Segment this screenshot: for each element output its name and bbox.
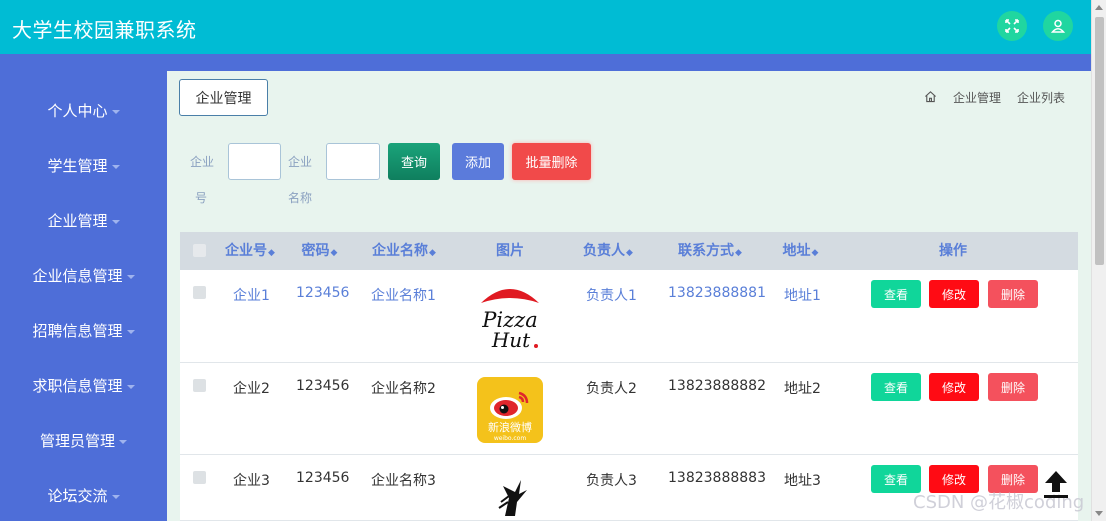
breadcrumb-item[interactable]: 企业管理 — [953, 89, 1001, 106]
chevron-down-icon — [119, 439, 127, 444]
cell-contact-person: 负责人2 — [586, 381, 637, 397]
company-image: 新浪微博 weibo.com — [468, 372, 551, 448]
cell-contact-person: 负责人1 — [586, 288, 637, 304]
company-name-label: 企业 — [288, 155, 313, 169]
sidebar-item-students[interactable]: 学生管理 — [0, 155, 167, 176]
company-name-input[interactable] — [326, 143, 380, 180]
company-no-label-2: 号 — [195, 191, 208, 205]
row-checkbox[interactable] — [193, 471, 206, 484]
svg-text:weibo.com: weibo.com — [493, 435, 526, 442]
chevron-down-icon — [126, 274, 135, 279]
cell-company-name: 企业名称1 — [371, 288, 436, 304]
company-image: Pizza Hut — [468, 278, 551, 354]
column-header-password[interactable]: 密码◆ — [292, 232, 347, 270]
delete-button[interactable]: 删除 — [988, 280, 1038, 308]
query-button[interactable]: 查询 — [388, 143, 440, 180]
column-header-image: 图片 — [496, 243, 524, 259]
view-button[interactable]: 查看 — [871, 280, 921, 308]
cell-address: 地址2 — [784, 381, 821, 397]
scroll-down-arrow-icon[interactable] — [1095, 511, 1103, 516]
select-all-checkbox[interactable] — [193, 244, 206, 257]
arrow-up-icon[interactable] — [1040, 468, 1072, 500]
chevron-down-icon — [111, 164, 120, 169]
column-header-company-name[interactable]: 企业名称◆ — [364, 232, 444, 270]
main-top-strip — [167, 54, 1091, 71]
fullscreen-icon[interactable] — [997, 11, 1027, 41]
column-header-address[interactable]: 地址◆ — [778, 232, 823, 270]
chevron-down-icon — [126, 384, 135, 389]
row-checkbox[interactable] — [193, 286, 206, 299]
cell-phone: 13823888883 — [668, 470, 766, 486]
company-no-input[interactable] — [228, 143, 281, 180]
sidebar-item-recruitment[interactable]: 招聘信息管理 — [0, 320, 167, 341]
svg-text:Hut: Hut — [490, 328, 530, 352]
cell-company-name: 企业名称2 — [371, 381, 436, 397]
company-no-label: 企业 — [190, 155, 215, 169]
cell-password: 123456 — [296, 378, 350, 394]
cell-company-no: 企业1 — [233, 288, 270, 304]
chevron-down-icon — [111, 219, 120, 224]
sidebar-item-admins[interactable]: 管理员管理 — [0, 430, 167, 451]
scrollbar-thumb[interactable] — [1095, 17, 1104, 265]
cell-company-no: 企业2 — [233, 381, 270, 397]
chevron-down-icon — [111, 494, 120, 499]
cell-password: 123456 — [296, 470, 350, 486]
sidebar: 个人中心 学生管理 企业管理 企业信息管理 招聘信息管理 求职信息管理 管理员管… — [0, 54, 167, 521]
edit-button[interactable]: 修改 — [929, 373, 979, 401]
delete-button[interactable]: 删除 — [988, 373, 1038, 401]
sidebar-item-company-info[interactable]: 企业信息管理 — [0, 265, 167, 286]
company-name-label-2: 名称 — [288, 191, 313, 205]
user-icon[interactable] — [1043, 11, 1073, 41]
app-title: 大学生校园兼职系统 — [12, 18, 197, 42]
column-header-actions: 操作 — [939, 243, 967, 259]
top-header: 大学生校园兼职系统 — [0, 0, 1091, 54]
scroll-up-arrow-icon[interactable] — [1095, 5, 1103, 10]
batch-delete-button[interactable]: 批量删除 — [512, 143, 591, 180]
table-header: 企业号◆ 密码◆ 企业名称◆ 图片 负责人◆ 联系方式◆ 地址◆ 操作 — [180, 232, 1078, 270]
cell-company-no: 企业3 — [233, 473, 270, 489]
sidebar-item-companies[interactable]: 企业管理 — [0, 210, 167, 231]
column-header-phone[interactable]: 联系方式◆ — [670, 232, 750, 270]
add-button[interactable]: 添加 — [452, 143, 504, 180]
company-image — [468, 460, 551, 521]
chevron-down-icon — [126, 329, 135, 334]
sidebar-item-forum[interactable]: 论坛交流 — [0, 485, 167, 506]
cell-contact-person: 负责人3 — [586, 473, 637, 489]
cell-phone: 13823888882 — [668, 378, 766, 394]
page-title: 企业管理 — [179, 79, 268, 116]
home-icon[interactable] — [924, 90, 937, 106]
sidebar-item-personal-center[interactable]: 个人中心 — [0, 100, 167, 121]
sidebar-item-job-seeking[interactable]: 求职信息管理 — [0, 375, 167, 396]
chevron-down-icon — [111, 109, 120, 114]
edit-button[interactable]: 修改 — [929, 280, 979, 308]
breadcrumb: 企业管理 企业列表 — [924, 89, 1065, 106]
view-button[interactable]: 查看 — [871, 373, 921, 401]
cell-address: 地址3 — [784, 473, 821, 489]
cell-password: 123456 — [296, 285, 350, 301]
vertical-scrollbar[interactable] — [1091, 0, 1106, 521]
svg-text:新浪微博: 新浪微博 — [488, 420, 532, 434]
cell-company-name: 企业名称3 — [371, 473, 436, 489]
row-checkbox[interactable] — [193, 379, 206, 392]
breadcrumb-item: 企业列表 — [1016, 91, 1065, 105]
column-header-company-no[interactable]: 企业号◆ — [220, 232, 280, 270]
cell-phone: 13823888881 — [668, 285, 766, 301]
cell-address: 地址1 — [784, 288, 821, 304]
column-header-contact-person[interactable]: 负责人◆ — [578, 232, 638, 270]
